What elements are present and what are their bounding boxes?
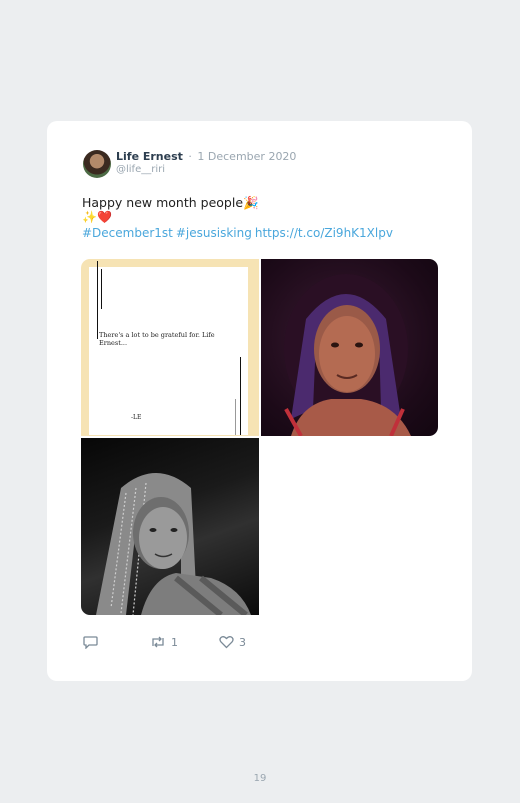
reply-button[interactable] bbox=[83, 635, 103, 649]
decorative-line bbox=[101, 269, 102, 309]
decorative-line bbox=[235, 399, 236, 435]
heart-icon bbox=[219, 636, 234, 649]
tweet-header: Life Ernest · 1 December 2020 bbox=[116, 150, 296, 163]
portrait-illustration bbox=[284, 274, 411, 436]
quote-paper bbox=[89, 267, 248, 435]
image-quote-text: There's a lot to be grateful for. Life E… bbox=[99, 331, 215, 347]
sparkle-heart-emoji: ✨❤️ bbox=[82, 210, 112, 224]
like-button[interactable]: 3 bbox=[219, 635, 246, 649]
reply-icon bbox=[83, 636, 98, 649]
media-image-bw-portrait[interactable] bbox=[81, 438, 259, 615]
retweet-icon bbox=[152, 636, 164, 648]
tweet-text-line1: Happy new month people bbox=[82, 195, 244, 210]
retweet-button[interactable]: 1 bbox=[150, 635, 178, 649]
tweet-actions: 1 3 bbox=[83, 635, 383, 655]
decorative-line bbox=[240, 357, 241, 435]
separator: · bbox=[188, 150, 192, 163]
image-signature: -LE bbox=[131, 414, 142, 421]
tweet-link[interactable]: https://t.co/Zi9hK1Xlpv bbox=[255, 226, 393, 240]
retweet-count: 1 bbox=[171, 635, 178, 649]
author-name[interactable]: Life Ernest bbox=[116, 150, 183, 163]
like-count: 3 bbox=[239, 635, 246, 649]
hashtag-december1st[interactable]: #December1st bbox=[82, 226, 173, 240]
tweet-date[interactable]: 1 December 2020 bbox=[197, 150, 296, 163]
page-number: 19 bbox=[253, 773, 267, 784]
media-grid: There's a lot to be grateful for. Life E… bbox=[81, 259, 438, 615]
avatar[interactable] bbox=[83, 150, 111, 178]
author-handle: @life__riri bbox=[116, 164, 166, 175]
media-image-quote[interactable]: There's a lot to be grateful for. Life E… bbox=[81, 259, 259, 436]
media-image-portrait[interactable] bbox=[261, 259, 438, 436]
tweet-links: #December1st #jesusisking https://t.co/Zi9… bbox=[82, 226, 396, 240]
hashtag-jesusisking[interactable]: #jesusisking bbox=[176, 226, 252, 240]
tweet-card: Life Ernest · 1 December 2020 @life__rir… bbox=[47, 121, 472, 681]
party-emoji: 🎉 bbox=[243, 195, 259, 210]
bw-portrait-illustration bbox=[96, 473, 251, 615]
decorative-line bbox=[97, 261, 98, 339]
tweet-text: Happy new month people🎉 bbox=[82, 195, 259, 210]
